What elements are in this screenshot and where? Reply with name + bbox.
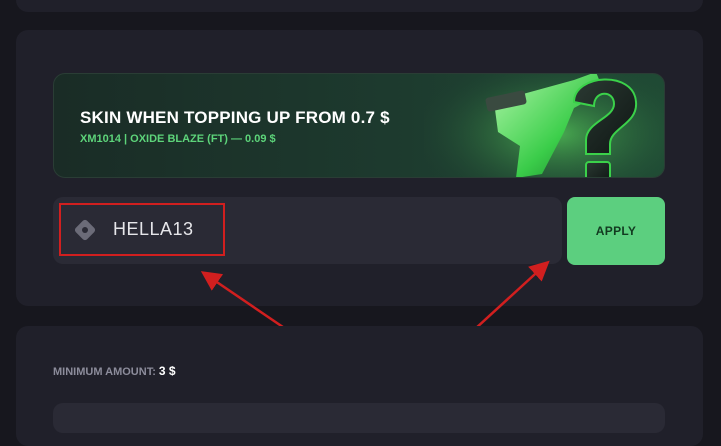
minimum-amount: MINIMUM AMOUNT: 3 $ xyxy=(53,364,176,378)
apply-button[interactable]: APPLY xyxy=(567,197,665,265)
amount-input-field[interactable] xyxy=(53,403,665,433)
banner-subtitle: XM1014 | OXIDE BLAZE (FT) — 0.09 $ xyxy=(80,133,276,145)
minimum-amount-value: 3 $ xyxy=(158,364,176,378)
ticket-icon xyxy=(74,219,96,241)
promo-code-field[interactable]: HELLA13 xyxy=(53,197,562,264)
mystery-skin-image xyxy=(424,74,664,177)
banner-title: SKIN WHEN TOPPING UP FROM 0.7 $ xyxy=(80,108,390,127)
promo-banner: SKIN WHEN TOPPING UP FROM 0.7 $ XM1014 |… xyxy=(53,73,665,178)
top-panel xyxy=(16,0,703,12)
promo-code-value[interactable]: HELLA13 xyxy=(113,219,194,240)
minimum-amount-label: MINIMUM AMOUNT: xyxy=(53,366,156,378)
